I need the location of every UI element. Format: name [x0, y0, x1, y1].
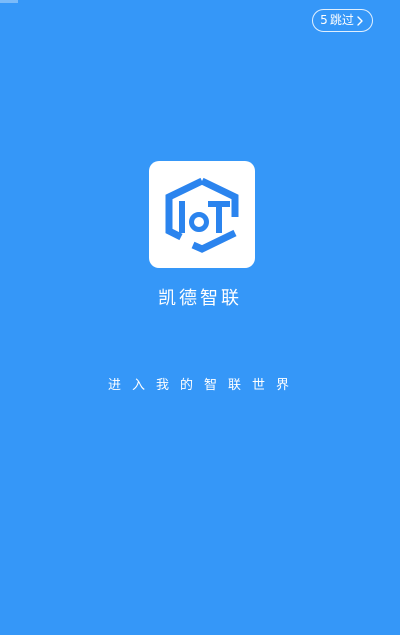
skip-countdown: 5 — [320, 13, 328, 27]
app-name: 凯德智联 — [158, 288, 242, 309]
slogan: 进入我的智联世界 — [107, 378, 300, 393]
splash-screen: 5 跳过 凯德智联 进入我的智联世界 — [0, 0, 400, 635]
skip-label: 跳过 — [329, 13, 354, 27]
iot-hexagon-logo-icon — [165, 177, 239, 253]
skip-button[interactable]: 5 跳过 — [312, 9, 373, 32]
status-bar-indicator — [0, 0, 18, 3]
chevron-right-icon — [356, 15, 365, 26]
app-logo — [149, 161, 255, 268]
